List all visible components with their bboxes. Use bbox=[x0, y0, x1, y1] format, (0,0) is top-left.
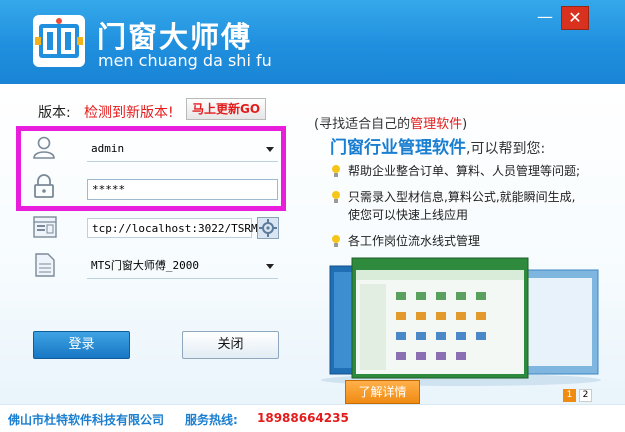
username-dropdown[interactable]: admin bbox=[87, 139, 278, 162]
update-now-button[interactable]: 马上更新GO bbox=[186, 98, 266, 120]
hotline-label: 服务热线: bbox=[185, 413, 238, 427]
lock-icon bbox=[33, 173, 55, 203]
promo-tagline-highlight: 管理软件 bbox=[410, 117, 463, 132]
account-set-underline bbox=[87, 278, 278, 279]
version-label: 版本: bbox=[38, 105, 71, 121]
server-settings-icon[interactable] bbox=[257, 217, 279, 243]
learn-more-button[interactable]: 了解详情 bbox=[345, 380, 420, 404]
close-button[interactable]: 关闭 bbox=[182, 331, 279, 359]
user-icon bbox=[31, 134, 57, 164]
lightbulb-icon bbox=[332, 165, 340, 177]
promo-headline-main: 门窗行业管理软件 bbox=[330, 138, 466, 158]
promo-page-1-button[interactable]: 1 bbox=[563, 389, 576, 402]
username-underline bbox=[87, 161, 278, 162]
version-status: 检测到新版本! bbox=[84, 105, 174, 121]
account-set-value: MTS门窗大师傅_2000 bbox=[91, 259, 199, 272]
login-window: 门窗大师傅 men chuang da shi fu — ✕ 版本: 检测到新版… bbox=[0, 0, 625, 432]
promo-tagline-suffix: ) bbox=[462, 117, 468, 132]
company-name: 佛山市杜特软件科技有限公司 bbox=[8, 413, 165, 427]
hotline-number: 18988664235 bbox=[257, 411, 349, 425]
chevron-down-icon[interactable] bbox=[266, 264, 274, 269]
app-subtitle: men chuang da shi fu bbox=[98, 51, 272, 70]
password-input[interactable]: ***** bbox=[87, 179, 278, 200]
login-button[interactable]: 登录 bbox=[33, 331, 130, 359]
feature-item: 只需录入型材信息,算料公式,就能瞬间生成, bbox=[348, 190, 576, 204]
software-screenshot-image bbox=[321, 257, 601, 386]
app-title: 门窗大师傅 bbox=[97, 20, 253, 54]
app-logo-icon bbox=[33, 15, 85, 67]
feature-item-continued: 使您可以快速上线应用 bbox=[348, 208, 469, 222]
chevron-down-icon[interactable] bbox=[266, 147, 274, 152]
promo-tagline: (寻找适合自己的管理软件) bbox=[314, 113, 467, 132]
title-bar: 门窗大师傅 men chuang da shi fu — ✕ bbox=[0, 0, 625, 84]
footer: 佛山市杜特软件科技有限公司 服务热线: 18988664235 bbox=[0, 404, 625, 432]
server-icon bbox=[33, 216, 57, 242]
username-value: admin bbox=[91, 142, 125, 155]
promo-page-2-button[interactable]: 2 bbox=[579, 389, 592, 402]
account-set-dropdown[interactable]: MTS门窗大师傅_2000 bbox=[87, 256, 278, 279]
promo-headline-rest: ,可以帮到您: bbox=[466, 141, 546, 157]
feature-item: 各工作岗位流水线式管理 bbox=[348, 234, 481, 248]
close-window-button[interactable]: ✕ bbox=[561, 6, 589, 30]
lightbulb-icon bbox=[332, 191, 340, 203]
minimize-button[interactable]: — bbox=[532, 6, 558, 30]
lightbulb-icon bbox=[332, 235, 340, 247]
promo-tagline-prefix: (寻找适合自己的 bbox=[314, 117, 411, 132]
feature-item: 帮助企业整合订单、算料、人员管理等问题; bbox=[348, 164, 581, 178]
server-address-input[interactable]: tcp://localhost:3022/TSRMT. bbox=[87, 218, 271, 238]
promo-headline: 门窗行业管理软件,可以帮到您: bbox=[330, 133, 545, 158]
document-icon bbox=[35, 253, 55, 281]
